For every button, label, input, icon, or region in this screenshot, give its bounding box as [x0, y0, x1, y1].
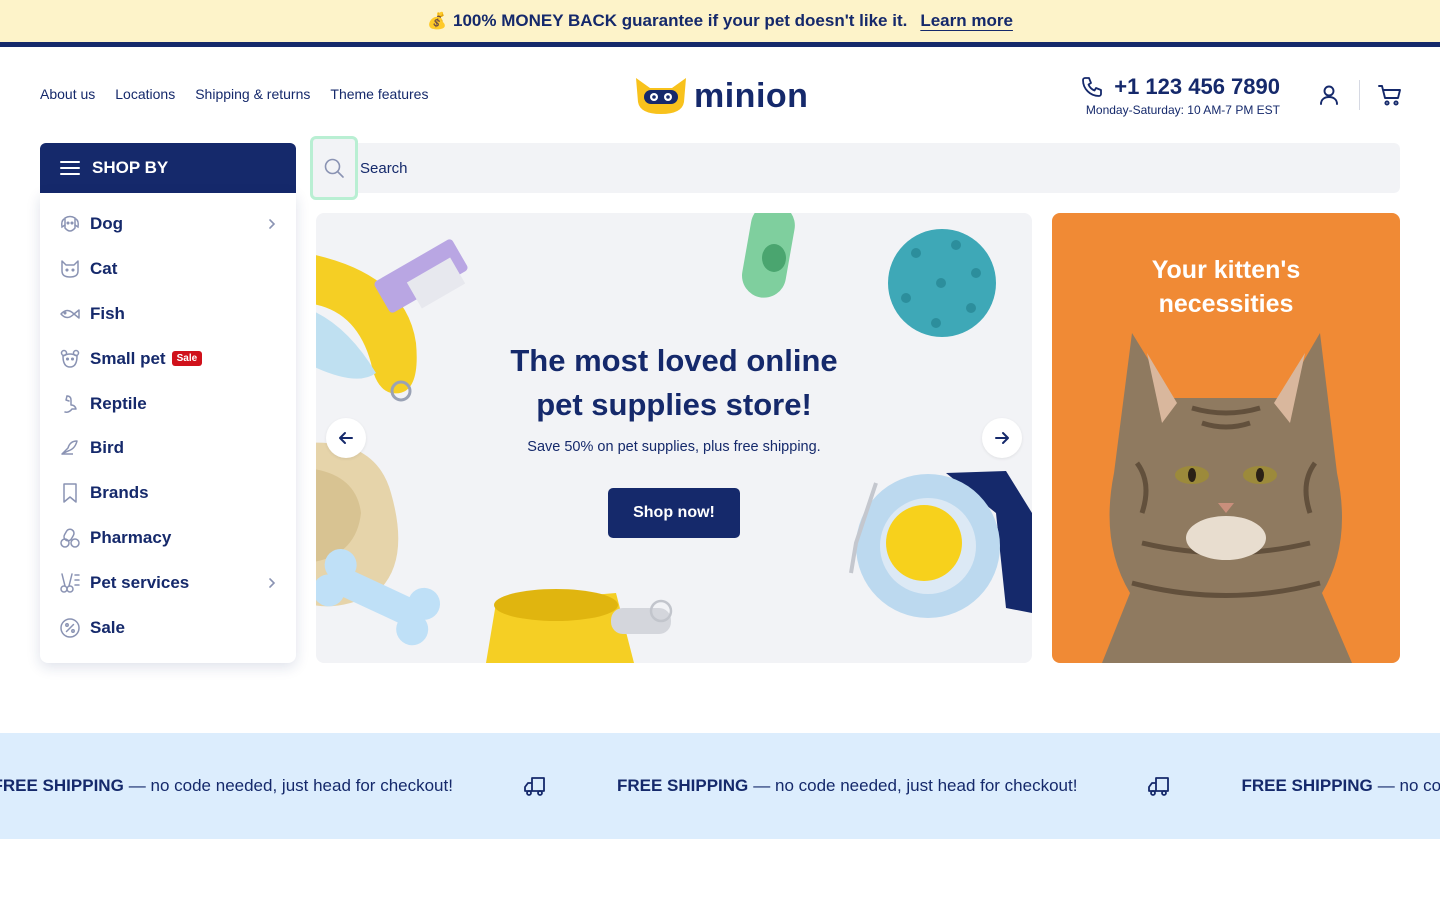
marquee-item: FREE SHIPPING— no code needed, just head… — [0, 774, 617, 798]
kitten-promo-card[interactable]: Your kitten's necessities — [1052, 213, 1400, 663]
marquee-bold-text: FREE SHIPPING — [1241, 776, 1373, 795]
category-pharmacy[interactable]: Pharmacy — [40, 516, 296, 561]
site-logo[interactable]: minion — [634, 76, 808, 116]
hero-title-line-2: pet supplies store! — [536, 387, 812, 422]
category-menu: Dog Cat Fish Small pet Sale Reptile Bird — [40, 193, 296, 663]
marquee-text: — no code needed, just head for checkout… — [1377, 776, 1440, 795]
bird-icon — [59, 437, 81, 459]
learn-more-link[interactable]: Learn more — [920, 11, 1013, 31]
promo-title-line-1: Your kitten's — [1151, 256, 1301, 284]
percent-icon — [59, 617, 81, 639]
announcement-bar: 💰 100% MONEY BACK guarantee if your pet … — [0, 0, 1440, 42]
category-pet-services[interactable]: Pet services — [40, 560, 296, 605]
arrow-left-icon — [339, 432, 353, 444]
shop-by-title: SHOP BY — [92, 158, 169, 177]
pharmacy-icon — [59, 527, 81, 549]
category-label: Bird — [90, 438, 124, 458]
bookmark-icon — [59, 482, 81, 504]
free-shipping-marquee: FREE SHIPPING — no code needed, just head… — [0, 733, 1440, 839]
hero-banner: The most loved online pet supplies store… — [316, 213, 1032, 663]
top-nav: About us Locations Shipping & returns Th… — [40, 86, 428, 102]
promo-title-line-2: necessities — [1158, 290, 1294, 318]
marquee-item: FREE SHIPPING— no code needed, just head… — [617, 774, 1241, 798]
shop-by-header[interactable]: SHOP BY — [40, 143, 296, 193]
category-label: Small pet — [90, 348, 166, 368]
opening-hours: Monday-Saturday: 10 AM-7 PM EST — [1085, 103, 1280, 117]
nav-locations[interactable]: Locations — [115, 86, 175, 102]
category-label: Reptile — [90, 393, 147, 413]
carousel-prev-button[interactable] — [326, 418, 366, 458]
hero-title-line-1: The most loved online — [510, 343, 838, 378]
category-small-pet[interactable]: Small pet Sale — [40, 336, 296, 381]
search-button[interactable] — [310, 136, 358, 200]
category-label: Brands — [90, 483, 149, 503]
nav-theme-features[interactable]: Theme features — [330, 86, 428, 102]
carousel-next-button[interactable] — [982, 418, 1022, 458]
phone-icon — [1082, 77, 1103, 97]
marquee-text: — no code needed, just head for checkout… — [128, 776, 453, 795]
category-sale[interactable]: Sale — [40, 605, 296, 650]
cart-icon[interactable] — [1377, 82, 1403, 108]
reptile-icon — [59, 393, 81, 415]
hamburger-menu-icon — [60, 161, 80, 175]
chevron-right-icon — [269, 577, 276, 588]
promo-title: Your kitten's necessities — [1052, 253, 1400, 321]
small-pet-icon — [59, 348, 81, 370]
marquee-text: — no code needed, just head for checkout… — [753, 776, 1078, 795]
account-icon[interactable] — [1317, 83, 1341, 107]
phone-number[interactable]: +1 123 456 7890 — [1114, 74, 1280, 100]
marquee-bold-text: FREE SHIPPING — [616, 776, 749, 795]
search-icon — [324, 158, 344, 178]
category-cat[interactable]: Cat — [40, 247, 296, 292]
header-divider — [1359, 80, 1360, 110]
sale-badge: Sale — [171, 351, 203, 367]
chevron-right-icon — [269, 219, 276, 230]
shop-now-button[interactable]: Shop now! — [608, 488, 740, 538]
category-label: Fish — [90, 303, 125, 323]
pet-supplies-illustration — [316, 213, 1032, 663]
marquee-track: FREE SHIPPING — no code needed, just head… — [0, 733, 1440, 839]
category-label: Dog — [90, 214, 124, 234]
nav-about-us[interactable]: About us — [40, 86, 95, 102]
category-label: Pet services — [90, 572, 190, 592]
announcement-divider — [0, 42, 1440, 47]
category-bird[interactable]: Bird — [40, 426, 296, 471]
truck-icon — [524, 777, 545, 796]
category-brands[interactable]: Brands — [40, 471, 296, 516]
truck-icon — [1148, 777, 1170, 796]
nav-shipping-returns[interactable]: Shipping & returns — [195, 86, 310, 102]
hero-title: The most loved online pet supplies store… — [316, 339, 1032, 427]
category-reptile[interactable]: Reptile — [40, 381, 296, 426]
marquee-bold-text: FREE SHIPPING — [0, 776, 124, 795]
fish-icon — [59, 303, 81, 325]
minion-mascot-icon — [636, 78, 686, 114]
dog-icon — [59, 213, 81, 235]
search-bar — [310, 136, 1400, 200]
category-fish[interactable]: Fish — [40, 292, 296, 337]
category-label: Cat — [90, 259, 118, 279]
hero-subtitle: Save 50% on pet supplies, plus free ship… — [527, 439, 821, 455]
cat-icon — [59, 258, 81, 280]
announcement-text: 100% MONEY BACK guarantee if your pet do… — [453, 11, 908, 30]
category-label: Sale — [90, 617, 125, 637]
arrow-right-icon — [995, 432, 1009, 444]
category-dog[interactable]: Dog — [40, 202, 296, 247]
category-label: Pharmacy — [90, 527, 172, 547]
money-bag-icon: 💰 — [427, 13, 447, 30]
search-input[interactable] — [360, 143, 1360, 193]
logo-wordmark: minion — [694, 76, 809, 115]
scissors-icon — [59, 572, 81, 594]
marquee-item: FREE SHIPPING— no code needed, just head… — [1241, 776, 1440, 796]
contact-block: +1 123 456 7890 Monday-Saturday: 10 AM-7… — [1080, 74, 1280, 117]
